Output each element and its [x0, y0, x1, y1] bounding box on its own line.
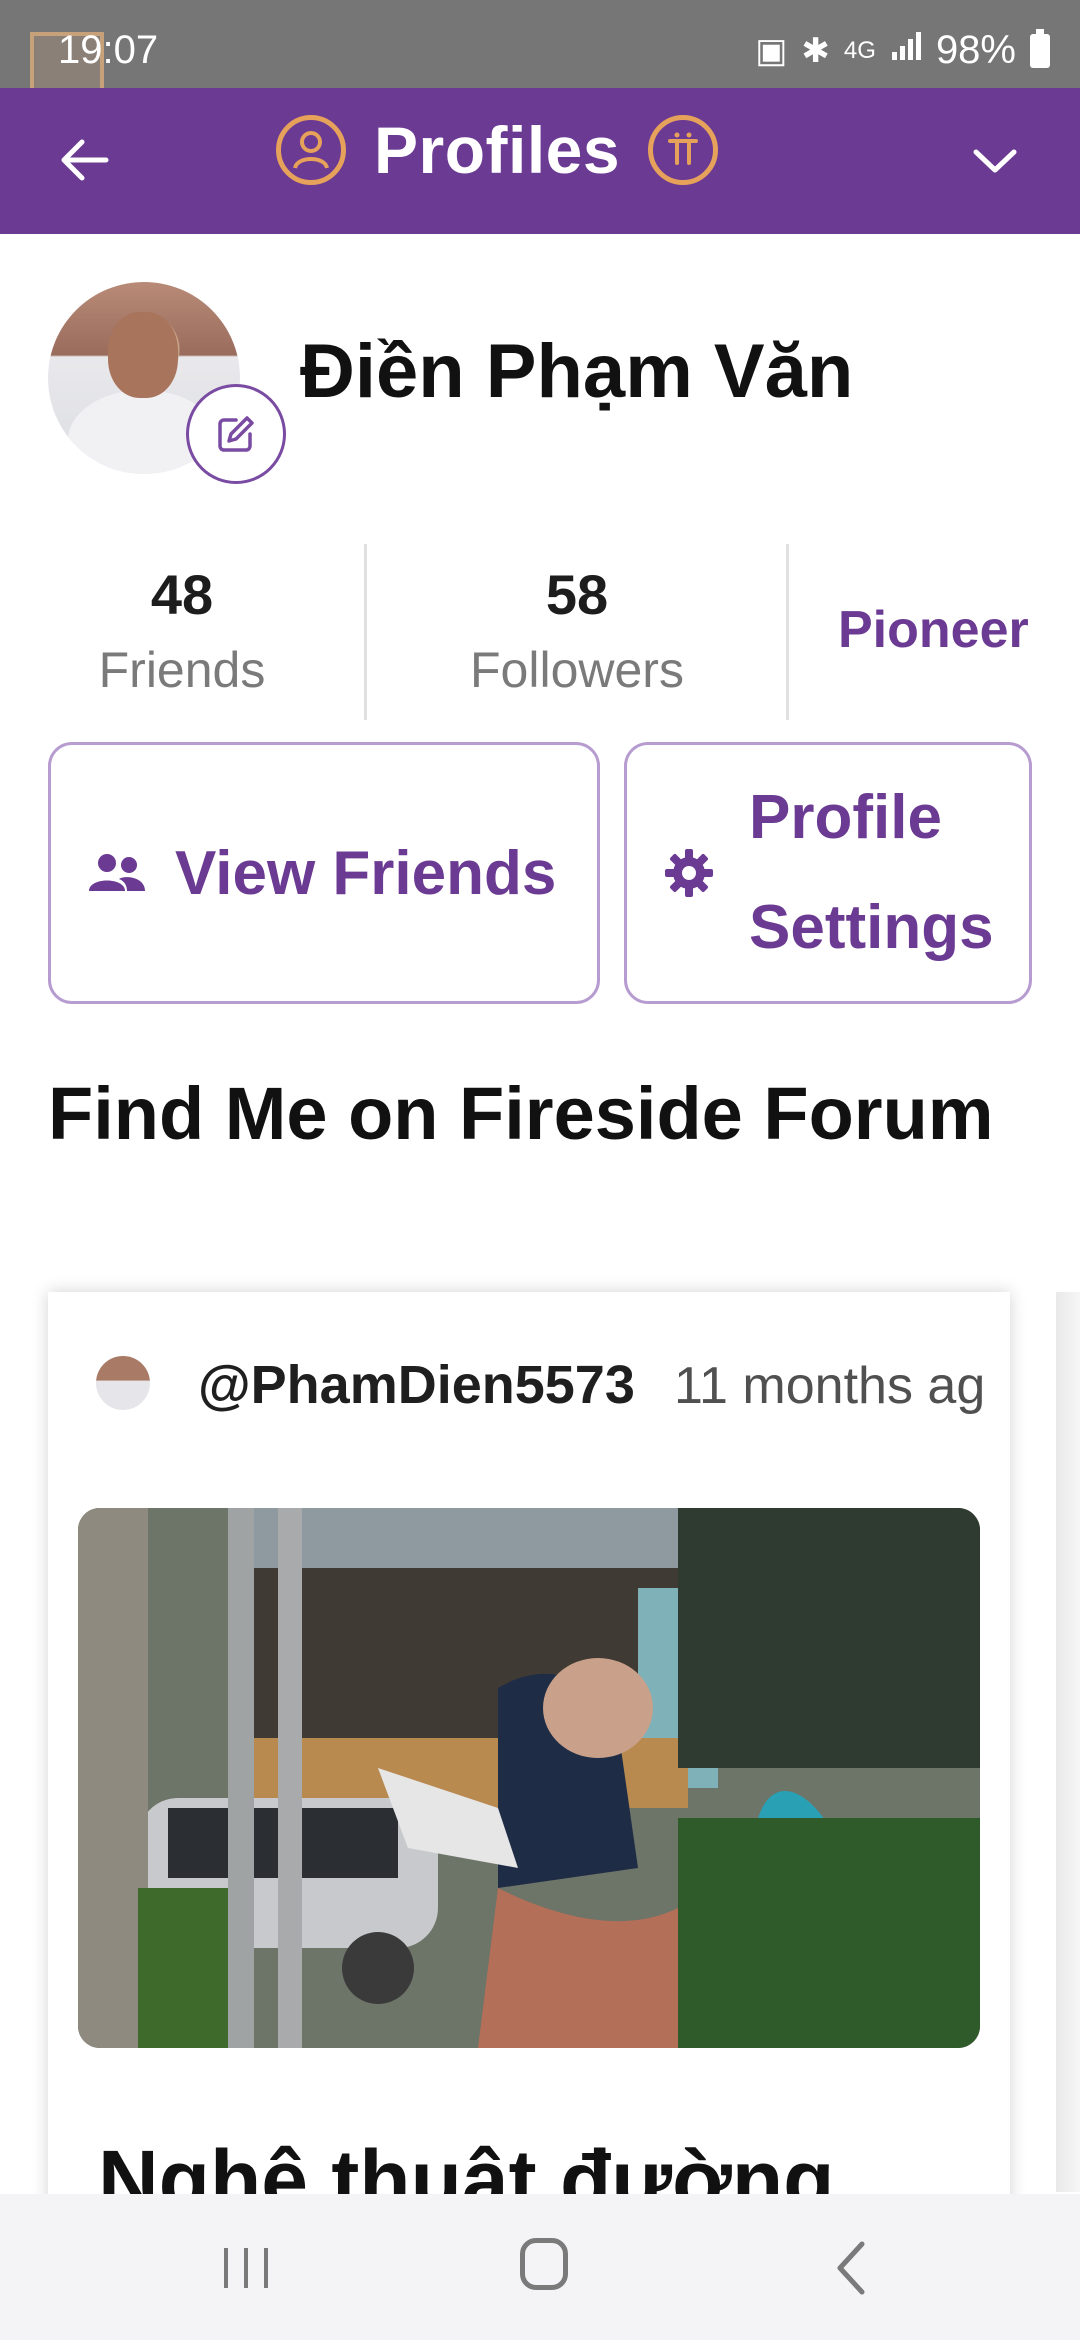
followers-stat[interactable]: 58 Followers — [420, 544, 734, 720]
recent-apps-icon[interactable] — [218, 2244, 274, 2292]
friends-count: 48 — [150, 563, 214, 626]
divider — [364, 544, 367, 720]
app-header: Profiles — [0, 88, 1080, 234]
status-time: 19:07 — [58, 28, 159, 72]
people-icon — [89, 854, 145, 891]
post-timestamp: 11 months ag — [674, 1357, 986, 1415]
forum-post-card[interactable]: @PhamDien5573 11 months ag Nghệ thuật đư — [48, 1292, 1010, 2232]
followers-count: 58 — [545, 563, 609, 626]
header-title-group: Profiles — [276, 112, 719, 188]
post-author-handle[interactable]: @PhamDien5573 — [198, 1354, 635, 1416]
avatar-head — [108, 312, 178, 398]
role-badge: Pioneer — [838, 601, 1029, 659]
post-author-avatar — [96, 1356, 150, 1410]
edit-icon — [218, 416, 254, 452]
chevron-down-icon[interactable] — [970, 142, 1020, 182]
profile-name: Điền Phạm Văn — [300, 329, 854, 414]
profile-settings-button[interactable]: Profile Settings — [624, 742, 1032, 1004]
status-bar: 19:07 ▣ ✱ 4G 98% — [0, 0, 1080, 104]
bluetooth-icon: ✱ — [801, 31, 830, 70]
next-card-peek[interactable] — [1056, 1292, 1080, 2192]
stats-row: 48 Friends 58 Followers Pioneer — [0, 544, 1080, 720]
friends-stat[interactable]: 48 Friends — [48, 544, 316, 720]
friends-label: Friends — [98, 642, 266, 698]
edit-avatar-button[interactable] — [186, 384, 286, 484]
followers-label: Followers — [470, 642, 684, 698]
status-icons: ▣ ✱ 4G 98% — [755, 28, 1050, 73]
home-icon[interactable] — [520, 2238, 568, 2290]
divider — [786, 544, 789, 720]
signal-icon — [890, 30, 922, 71]
network-type-label: 4G — [843, 36, 876, 64]
battery-percent: 98% — [935, 28, 1016, 72]
view-friends-label: View Friends — [175, 838, 557, 908]
post-image[interactable] — [78, 1508, 980, 2048]
system-nav-bar — [0, 2194, 1080, 2340]
gear-icon — [665, 849, 713, 897]
view-friends-button[interactable]: View Friends — [48, 742, 600, 1004]
nav-back-icon[interactable] — [830, 2238, 870, 2298]
profile-settings-line1: Profile — [749, 783, 942, 852]
profile-icon — [276, 115, 346, 185]
battery-saver-icon: ▣ — [755, 31, 788, 70]
profile-settings-line2: Settings — [749, 893, 994, 962]
battery-icon — [1030, 28, 1050, 68]
pi-coin-icon — [648, 115, 719, 185]
page-title: Profiles — [374, 113, 621, 187]
section-title: Find Me on Fireside Forum — [48, 1072, 994, 1155]
profile-settings-label: Profile Settings — [749, 763, 994, 983]
back-arrow-icon[interactable] — [56, 132, 112, 188]
